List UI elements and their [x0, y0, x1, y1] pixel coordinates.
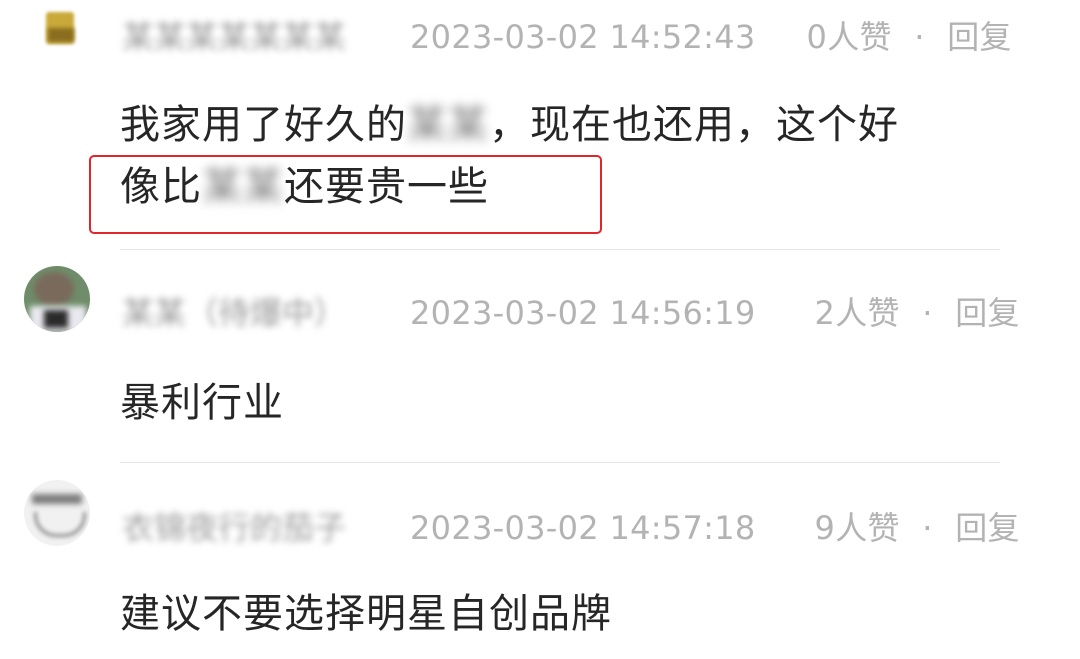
- avatar-blur-extra: [48, 28, 74, 42]
- reply-button[interactable]: 回复: [947, 18, 1012, 56]
- comment-meta: 2023-03-02 14:52:43 0人赞 · 回复: [410, 12, 1012, 58]
- avatar[interactable]: [24, 480, 90, 546]
- highlight-box: [89, 155, 602, 234]
- like-count[interactable]: 2人赞: [815, 294, 900, 332]
- timestamp: 2023-03-02 14:52:43: [410, 18, 756, 56]
- username[interactable]: 衣锦夜行的茄子: [122, 503, 346, 549]
- like-count[interactable]: 9人赞: [815, 509, 900, 547]
- comment-text: 建议不要选择明星自创品牌: [120, 591, 612, 637]
- comment-text-segment: 我家用了好久的: [120, 102, 407, 148]
- comment-text-segment: ，现在也还用，这个好: [489, 102, 899, 148]
- separator: ·: [922, 509, 933, 547]
- like-count[interactable]: 0人赞: [807, 18, 892, 56]
- divider: [120, 462, 1000, 463]
- timestamp: 2023-03-02 14:56:19: [410, 294, 756, 332]
- separator: ·: [922, 294, 933, 332]
- timestamp: 2023-03-02 14:57:18: [410, 509, 756, 547]
- redacted-brand: 某某: [407, 102, 489, 148]
- username[interactable]: 某某某某某某某: [122, 12, 346, 58]
- separator: ·: [914, 18, 925, 56]
- avatar[interactable]: [24, 266, 90, 332]
- comment-meta: 2023-03-02 14:56:19 2人赞 · 回复: [410, 288, 1020, 334]
- comment-text: 暴利行业: [120, 380, 284, 426]
- reply-button[interactable]: 回复: [955, 294, 1020, 332]
- divider: [120, 249, 1000, 250]
- reply-button[interactable]: 回复: [955, 509, 1020, 547]
- comment-meta: 2023-03-02 14:57:18 9人赞 · 回复: [410, 503, 1020, 549]
- username[interactable]: 某某（待爆中）: [122, 288, 346, 334]
